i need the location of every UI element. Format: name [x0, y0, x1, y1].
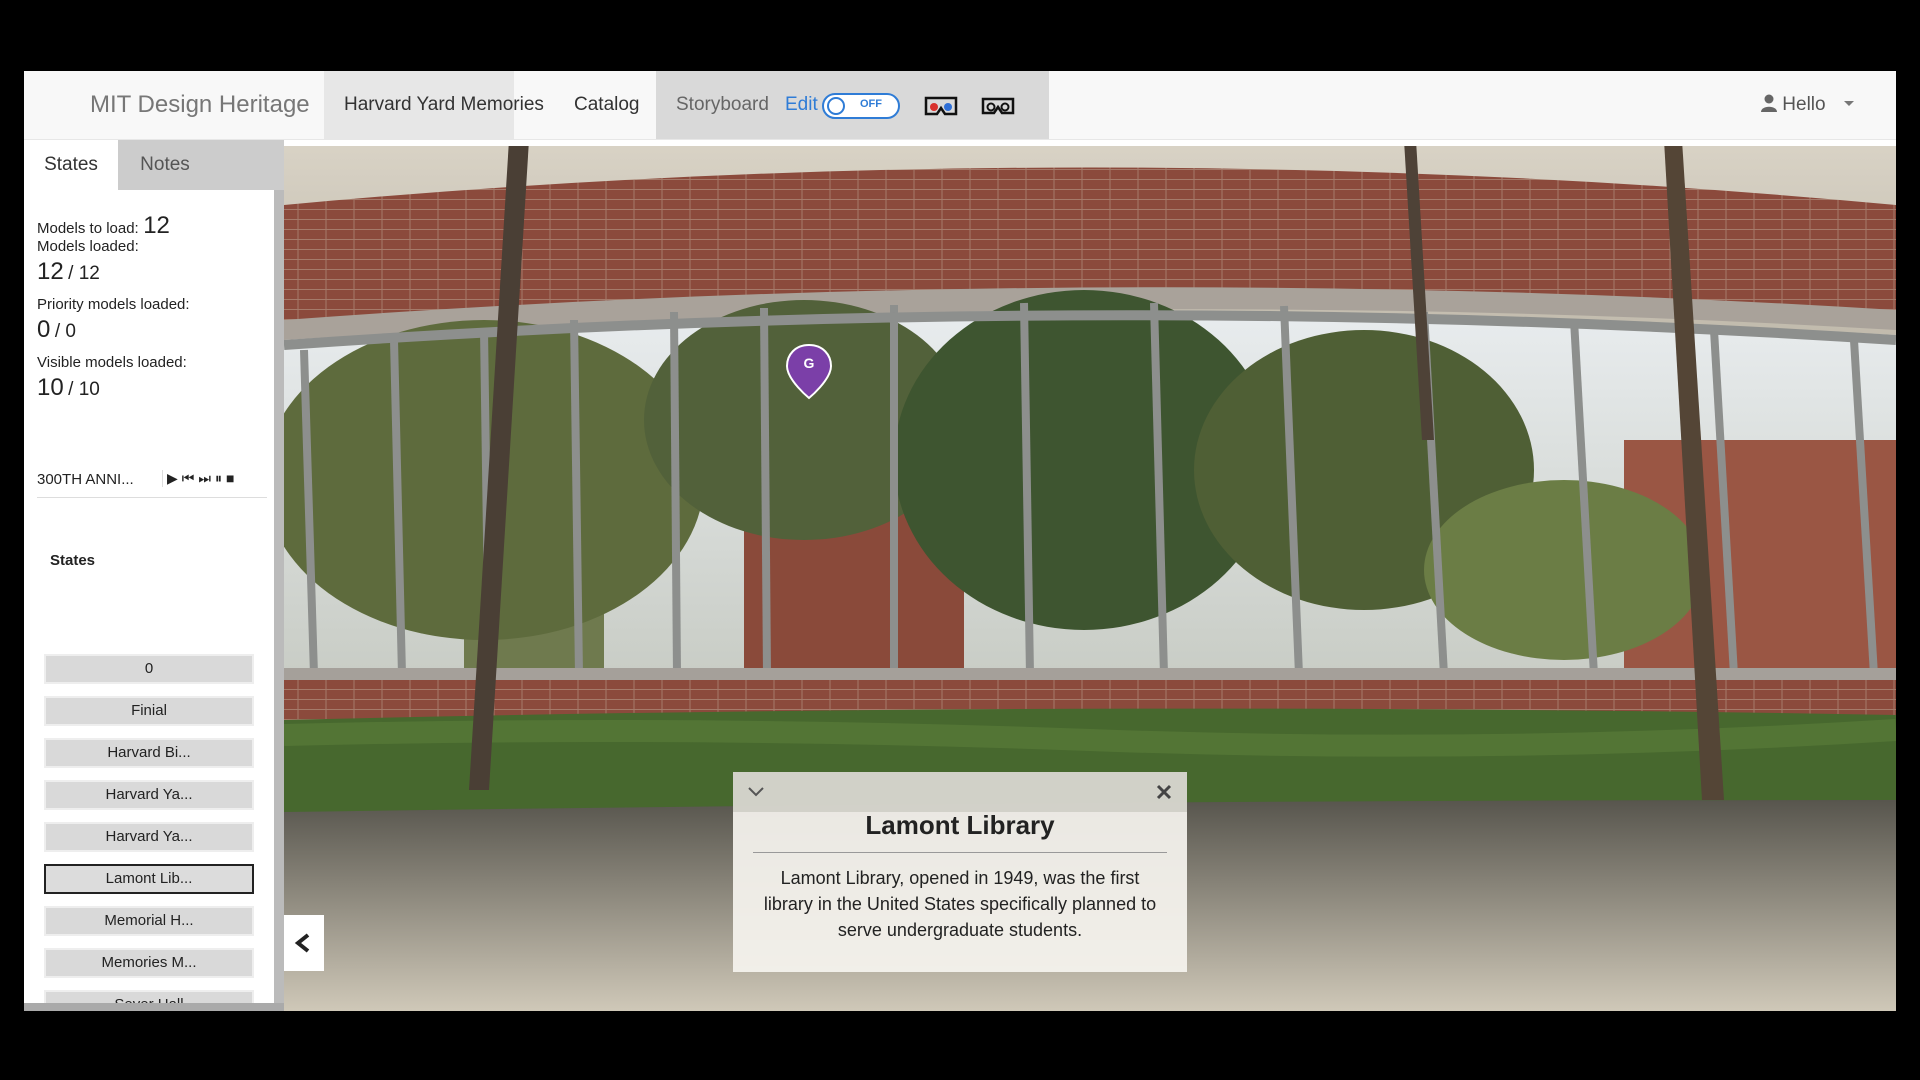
- chevron-down-icon[interactable]: [747, 786, 765, 798]
- sidebar-collapse-button[interactable]: [284, 915, 324, 971]
- skip-back-icon[interactable]: ⏮: [182, 470, 199, 486]
- edit-toggle[interactable]: OFF: [822, 93, 900, 119]
- state-button[interactable]: Finial: [44, 696, 254, 726]
- info-body: Lamont Library, opened in 1949, was the …: [763, 868, 1157, 940]
- load-stats: Models to load: 12 Models loaded: 12 / 1…: [37, 212, 277, 412]
- state-button[interactable]: Memorial H...: [44, 906, 254, 936]
- user-menu[interactable]: Hello: [1761, 71, 1855, 139]
- player-controls: ▶⏮⏭⏸■: [162, 470, 238, 487]
- state-button[interactable]: Harvard Ya...: [44, 822, 254, 852]
- user-greeting: Hello: [1782, 94, 1826, 115]
- sidebar-scrollbar[interactable]: [274, 190, 284, 1011]
- edit-label: Edit: [785, 94, 818, 115]
- chevron-left-icon: [294, 933, 310, 953]
- user-icon: [1761, 94, 1777, 112]
- pause-icon[interactable]: ⏸: [215, 470, 226, 486]
- state-button[interactable]: Harvard Bi...: [44, 738, 254, 768]
- nav-storyboard[interactable]: Storyboard: [676, 71, 769, 139]
- state-button[interactable]: Memories M...: [44, 948, 254, 978]
- vr-headset-icon[interactable]: [981, 96, 1015, 116]
- priority-loaded-label: Priority models loaded:: [37, 296, 190, 313]
- models-to-load-value: 12: [143, 212, 170, 239]
- models-loaded-total: / 12: [68, 263, 100, 284]
- info-popup: Lamont Library Lamont Library, opened in…: [733, 772, 1187, 972]
- state-button-selected[interactable]: Lamont Lib...: [44, 864, 254, 894]
- nav-catalog[interactable]: Catalog: [574, 71, 640, 139]
- app-window: MIT Design Heritage Harvard Yard Memorie…: [24, 71, 1896, 1011]
- visible-loaded-total: / 10: [68, 379, 100, 400]
- skip-forward-icon[interactable]: ⏭: [198, 470, 215, 486]
- location-marker-g[interactable]: G: [800, 355, 818, 371]
- models-to-load-label: Models to load:: [37, 220, 139, 237]
- tour-title[interactable]: 300TH ANNI...: [37, 471, 134, 488]
- tab-notes[interactable]: Notes: [118, 140, 212, 190]
- models-loaded-label: Models loaded:: [37, 238, 139, 255]
- stop-icon[interactable]: ■: [226, 470, 238, 486]
- toggle-knob: [827, 97, 845, 115]
- play-icon[interactable]: ▶: [167, 470, 182, 486]
- anaglyph-3d-icon[interactable]: [924, 96, 958, 116]
- tour-player: 300TH ANNI... ▶⏮⏭⏸■: [37, 467, 267, 498]
- caret-down-icon: [1843, 101, 1854, 106]
- info-divider: [753, 852, 1167, 853]
- visible-loaded-value: 10: [37, 374, 64, 401]
- models-loaded-value: 12: [37, 258, 64, 285]
- state-button[interactable]: 0: [44, 654, 254, 684]
- sidebar-bottom-bar: [24, 1003, 284, 1011]
- nav-harvard-yard-memories[interactable]: Harvard Yard Memories: [344, 71, 544, 139]
- navbar: MIT Design Heritage Harvard Yard Memorie…: [24, 71, 1896, 140]
- state-button[interactable]: Harvard Ya...: [44, 780, 254, 810]
- close-icon[interactable]: [1156, 784, 1172, 800]
- toggle-state-text: OFF: [860, 98, 882, 110]
- info-title: Lamont Library: [865, 810, 1055, 840]
- priority-loaded-value: 0: [37, 316, 51, 343]
- brand-title[interactable]: MIT Design Heritage: [90, 71, 310, 139]
- states-heading: States: [50, 552, 96, 569]
- info-popup-header: [733, 772, 1187, 812]
- visible-loaded-label: Visible models loaded:: [37, 354, 187, 371]
- sidebar: States Notes Models to load: 12 Models l…: [24, 140, 284, 1011]
- sidebar-tabs: States Notes: [24, 140, 284, 190]
- priority-loaded-total: / 0: [54, 321, 76, 342]
- tab-states[interactable]: States: [24, 140, 118, 190]
